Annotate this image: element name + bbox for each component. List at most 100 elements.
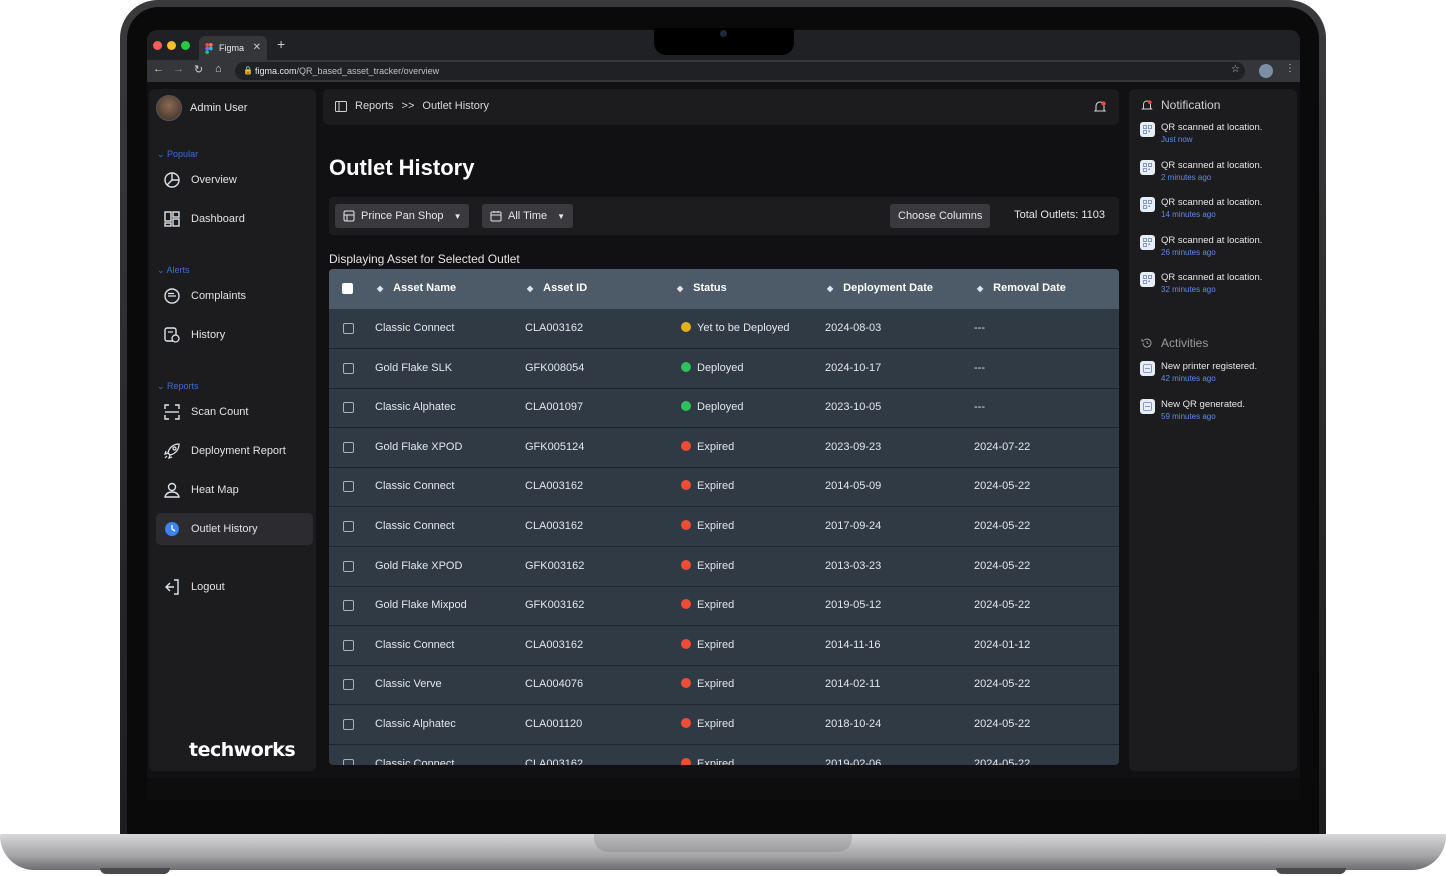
row-checkbox[interactable] (343, 441, 354, 453)
table-row[interactable]: Classic Connect CLA003162 Expired 2019-02-0… (329, 745, 1119, 765)
main-content: Reports >> Outlet History Outlet History… (323, 89, 1119, 771)
asset-id-cell: GFK008054 (525, 361, 585, 374)
notification-item[interactable]: QR scanned at location. 32 minutes ago (1140, 272, 1262, 295)
profile-avatar-icon[interactable] (1259, 64, 1273, 78)
breadcrumb-separator: >> (401, 100, 415, 112)
notification-item[interactable]: QR scanned at location. Just now (1140, 122, 1262, 145)
user-profile[interactable]: Admin User (156, 95, 247, 121)
table-row[interactable]: Gold Flake Mixpod GFK003162 Expired 2019-05… (329, 586, 1119, 627)
row-checkbox[interactable] (343, 521, 354, 532)
outlet-select-value: Prince Pan Shop (361, 210, 444, 222)
notification-time: Just now (1161, 135, 1193, 144)
sidebar-item-scan-count[interactable]: Scan Count (156, 396, 313, 428)
removal-date-cell: 2024-05-22 (974, 718, 1031, 730)
time-range-select[interactable]: All Time ▼ (482, 204, 574, 228)
address-bar[interactable]: 🔒 figma.com/QR_based_asset_tracker/overv… (235, 62, 1245, 80)
sidebar-item-complaints[interactable]: Complaints (156, 280, 313, 312)
column-header-deployment-date[interactable]: ◆ Deployment Date (827, 282, 933, 294)
notification-item[interactable]: QR scanned at location. 2 minutes ago (1140, 159, 1262, 183)
row-checkbox[interactable] (343, 600, 354, 612)
deployment-date-cell: 2023-09-23 (825, 440, 882, 453)
notification-item[interactable]: QR scanned at location. 14 minutes ago (1140, 197, 1262, 220)
activity-item[interactable]: New QR generated. 59 minutes ago (1140, 398, 1245, 422)
status-dot-icon (681, 361, 691, 372)
table-row[interactable]: Classic Connect CLA003162 Yet to be Deploy… (329, 309, 1119, 349)
column-header-removal-date[interactable]: ◆ Removal Date (977, 282, 1066, 294)
new-tab-icon[interactable]: + (277, 36, 285, 52)
chevron-down-icon: ▼ (453, 211, 462, 221)
maximize-window-icon[interactable] (181, 41, 190, 50)
sidebar-item-history[interactable]: History (156, 319, 313, 351)
home-icon[interactable]: ⌂ (215, 63, 222, 75)
browser-tab[interactable]: Figma ✕ (199, 36, 267, 60)
row-checkbox[interactable] (343, 481, 354, 493)
table-row[interactable]: Gold Flake SLK GFK008054 Deployed 2024-10-1… (329, 349, 1119, 389)
filter-bar: Prince Pan Shop ▼ All Time ▼ Choose Colu… (329, 197, 1119, 235)
sidebar-item-outlet-history[interactable]: Outlet History (156, 513, 313, 545)
section-label-reports[interactable]: ⌄ Reports (157, 381, 199, 392)
forward-icon[interactable]: → (173, 63, 184, 75)
breadcrumb-root[interactable]: Reports (355, 100, 394, 112)
status-badge: Expired (681, 520, 734, 532)
row-checkbox[interactable] (343, 362, 354, 374)
choose-columns-button[interactable]: Choose Columns (890, 204, 991, 228)
sidebar-item-dashboard[interactable]: Dashboard (156, 203, 313, 235)
lock-icon: 🔒 (243, 66, 253, 75)
row-checkbox[interactable] (343, 323, 354, 334)
reload-icon[interactable]: ↻ (194, 63, 203, 76)
qr-code-icon (1140, 234, 1155, 250)
activity-item[interactable]: New printer registered. 42 minutes ago (1140, 361, 1257, 384)
table-row[interactable]: Classic Alphatec CLA001120 Expired 2018-10-… (329, 705, 1119, 745)
row-checkbox[interactable] (343, 560, 354, 572)
sidebar-item-overview[interactable]: Overview (156, 164, 313, 196)
notification-item[interactable]: QR scanned at location. 26 minutes ago (1140, 234, 1262, 258)
browser-menu-icon[interactable]: ⋮ (1285, 63, 1295, 74)
table-row[interactable]: Classic Connect CLA003162 Expired 2014-05-0… (329, 467, 1119, 508)
close-window-icon[interactable] (153, 41, 162, 50)
row-checkbox[interactable] (343, 639, 354, 651)
row-checkbox[interactable] (343, 679, 354, 691)
status-dot-icon (681, 678, 691, 689)
outlet-select[interactable]: Prince Pan Shop ▼ (335, 204, 470, 228)
sidebar-item-heat-map[interactable]: Heat Map (156, 474, 313, 506)
notification-time: 2 minutes ago (1161, 172, 1212, 182)
minimize-window-icon[interactable] (167, 41, 176, 50)
removal-date-cell: --- (974, 401, 985, 414)
bell-icon[interactable] (1093, 100, 1107, 114)
table-row[interactable]: Classic Verve CLA004076 Expired 2014-02-11 2… (329, 665, 1119, 706)
status-badge: Expired (681, 480, 734, 492)
removal-date-cell: --- (974, 322, 985, 334)
section-label-popular[interactable]: ⌄ Popular (157, 149, 198, 160)
select-all-checkbox[interactable] (342, 283, 353, 294)
sidebar-toggle-icon[interactable] (335, 100, 347, 112)
row-checkbox[interactable] (343, 719, 354, 730)
tab-close-icon[interactable]: ✕ (253, 36, 261, 60)
table-row[interactable]: Classic Connect CLA003162 Expired 2014-11-1… (329, 626, 1119, 666)
bookmark-star-icon[interactable]: ☆ (1231, 64, 1240, 75)
qr-code-icon (1140, 159, 1155, 175)
column-header-status[interactable]: ◆ Status (677, 282, 727, 294)
column-header-asset-id[interactable]: ◆ Asset ID (527, 282, 587, 294)
section-label-alerts[interactable]: ⌄ Alerts (157, 265, 190, 276)
table-row[interactable]: Gold Flake XPOD GFK005124 Expired 2023-09-2… (329, 428, 1119, 468)
asset-id-cell: CLA004076 (525, 678, 584, 691)
table-row[interactable]: Gold Flake XPOD GFK003162 Expired 2013-03-2… (329, 547, 1119, 587)
status-dot-icon (681, 520, 691, 530)
time-range-value: All Time (508, 210, 548, 222)
sidebar-item-logout[interactable]: Logout (156, 571, 313, 603)
qr-code-icon (1140, 122, 1155, 137)
table-row[interactable]: Classic Alphatec CLA001097 Deployed 2023-10… (329, 388, 1119, 429)
status-badge: Expired (681, 638, 734, 651)
asset-name-cell: Classic Connect (375, 322, 455, 334)
notifications-header: Notification (1141, 98, 1220, 112)
history-icon (164, 327, 180, 343)
back-icon[interactable]: ← (153, 63, 164, 75)
sidebar-item-deployment-report[interactable]: Deployment Report (156, 435, 313, 467)
qr-code-icon (1140, 197, 1155, 213)
column-header-asset-name[interactable]: ◆ Asset Name (377, 282, 456, 294)
table-row[interactable]: Classic Connect CLA003162 Expired 2017-09-2… (329, 507, 1119, 547)
row-checkbox[interactable] (343, 402, 354, 414)
removal-date-cell: 2024-05-22 (974, 678, 1031, 691)
sidebar-item-label: Deployment Report (191, 445, 286, 457)
row-checkbox[interactable] (343, 758, 354, 765)
